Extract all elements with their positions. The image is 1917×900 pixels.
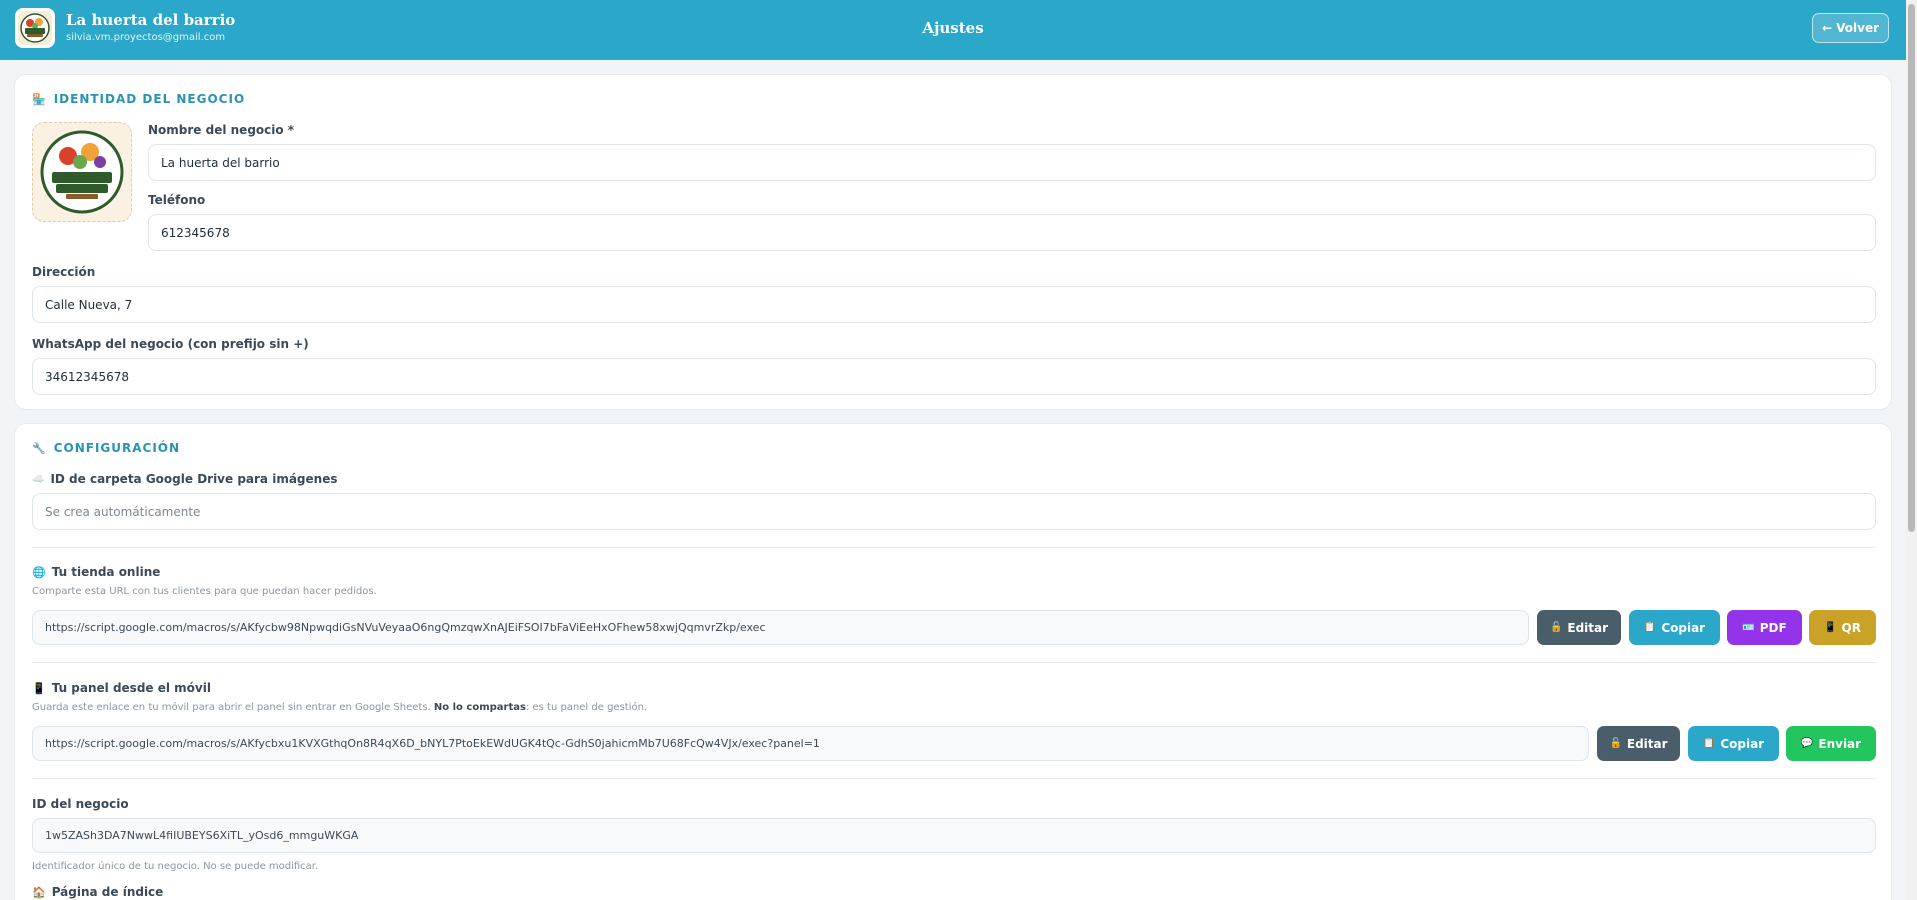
globe-icon: 🌐 xyxy=(32,565,46,579)
panel-url-input[interactable]: https://script.google.com/macros/s/AKfyc… xyxy=(32,726,1589,761)
mobile-icon: 📱 xyxy=(32,681,46,695)
unlock-icon: 🔓 xyxy=(1549,622,1563,633)
business-id-input: 1w5ZASh3DA7NwwL4fiIUBEYS6XiTL_yOsd6_mmgu… xyxy=(32,818,1876,853)
business-id-help: Identificador único de tu negocio. No se… xyxy=(32,861,319,872)
store-copy-button[interactable]: 📋 Copiar xyxy=(1629,610,1720,645)
logo-upload[interactable] xyxy=(32,122,132,222)
name-label: Nombre del negocio * xyxy=(148,123,295,137)
panel-edit-button[interactable]: 🔓 Editar xyxy=(1597,726,1680,761)
index-page-label: 🏠 Página de índice xyxy=(32,885,164,899)
store-url-input[interactable]: https://script.google.com/macros/s/AKfyc… xyxy=(32,610,1529,645)
panel-help: Guarda este enlace en tu móvil para abri… xyxy=(32,702,648,713)
unlock-icon: 🔓 xyxy=(1609,738,1622,749)
address-label: Dirección xyxy=(32,265,96,279)
phone-input[interactable]: 612345678 xyxy=(148,214,1876,251)
identity-section-title: 🏪 IDENTIDAD DEL NEGOCIO xyxy=(32,92,246,106)
back-button[interactable]: ← Volver xyxy=(1812,13,1889,43)
qr-icon: 📱 xyxy=(1824,622,1837,633)
store-icon: 🏪 xyxy=(32,92,47,106)
page-title: Ajustes xyxy=(922,19,984,37)
panel-send-button[interactable]: 💬 Enviar xyxy=(1786,726,1876,761)
divider xyxy=(32,778,1876,779)
drive-folder-input[interactable]: Se crea automáticamente xyxy=(32,493,1876,530)
clipboard-icon: 📋 xyxy=(1702,738,1716,749)
wrench-icon: 🔧 xyxy=(32,441,47,455)
house-icon: 🏠 xyxy=(32,885,46,899)
store-qr-button[interactable]: 📱 QR xyxy=(1809,610,1876,645)
divider xyxy=(32,662,1876,663)
divider xyxy=(32,547,1876,548)
whatsapp-label: WhatsApp del negocio (con prefijo sin +) xyxy=(32,337,309,351)
panel-label: 📱 Tu panel desde el móvil xyxy=(32,681,211,695)
scrollbar-thumb[interactable] xyxy=(1908,4,1915,532)
identity-card: 🏪 IDENTIDAD DEL NEGOCIO Nombre del negoc… xyxy=(14,74,1892,410)
panel-copy-button[interactable]: 📋 Copiar xyxy=(1688,726,1779,761)
drive-label: ☁️ ID de carpeta Google Drive para imáge… xyxy=(32,472,338,486)
business-id-label: ID del negocio xyxy=(32,797,129,811)
config-card: 🔧 CONFIGURACIÓN ☁️ ID de carpeta Google … xyxy=(14,423,1892,900)
id-card-icon: 🪪 xyxy=(1742,622,1755,633)
store-label: 🌐 Tu tienda online xyxy=(32,565,161,579)
chat-bubble-icon: 💬 xyxy=(1800,738,1814,749)
fruteria-verduleria-logo xyxy=(40,130,124,214)
store-pdf-button[interactable]: 🪪 PDF xyxy=(1727,610,1802,645)
whatsapp-input[interactable]: 34612345678 xyxy=(32,358,1876,395)
business-name-input[interactable]: La huerta del barrio xyxy=(148,144,1876,181)
store-help: Comparte esta URL con tus clientes para … xyxy=(32,586,377,597)
cloud-icon: ☁️ xyxy=(32,473,45,485)
store-edit-button[interactable]: 🔓 Editar xyxy=(1537,610,1621,645)
address-input[interactable]: Calle Nueva, 7 xyxy=(32,286,1876,323)
phone-label: Teléfono xyxy=(148,193,206,207)
app-header: La huerta del barrio silvia.vm.proyectos… xyxy=(0,0,1906,60)
config-section-title: 🔧 CONFIGURACIÓN xyxy=(32,441,181,455)
clipboard-icon: 📋 xyxy=(1643,622,1657,633)
